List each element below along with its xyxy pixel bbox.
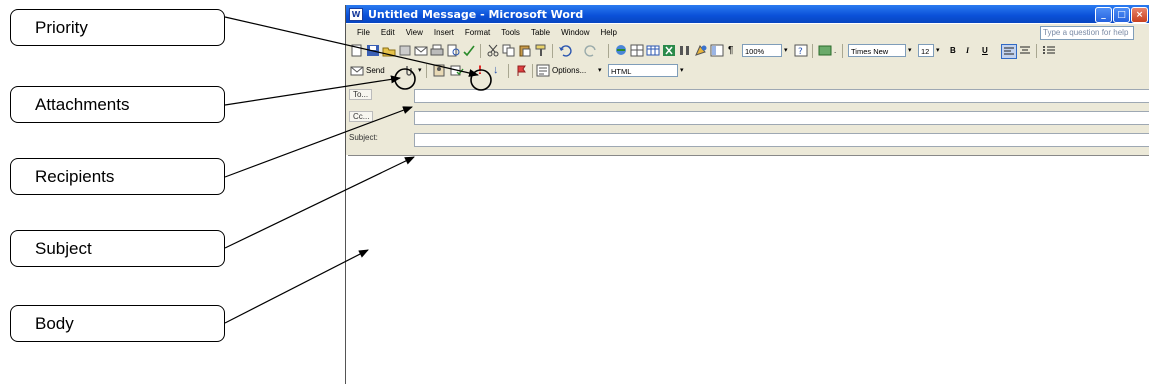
subject-pointer-line <box>224 156 415 249</box>
recipients-pointer-line <box>224 106 413 178</box>
priority-pointer-line <box>224 16 479 77</box>
body-pointer-line <box>224 249 369 324</box>
attachments-pointer-line <box>224 75 401 106</box>
attachments-highlight-circle <box>394 68 416 90</box>
annotation-arrows <box>224 16 492 324</box>
priority-highlight-circle <box>470 69 492 91</box>
